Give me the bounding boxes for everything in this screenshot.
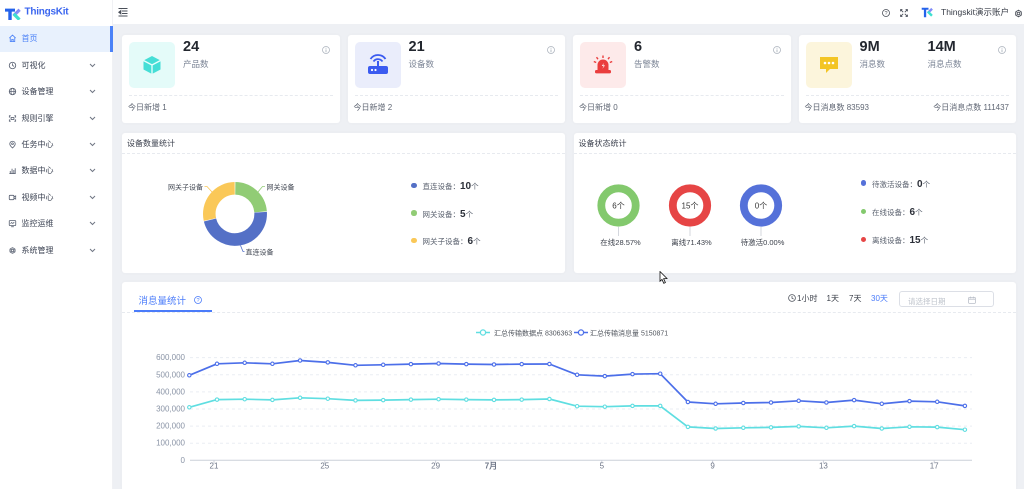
svg-text:29: 29	[431, 462, 440, 471]
svg-text:21: 21	[210, 462, 219, 471]
svg-text:25: 25	[320, 462, 329, 471]
svg-text:0: 0	[181, 456, 186, 465]
svg-text:17: 17	[930, 462, 939, 471]
svg-text:400,000: 400,000	[156, 387, 185, 396]
svg-text:500,000: 500,000	[156, 370, 185, 379]
svg-text:7月: 7月	[485, 462, 497, 471]
svg-text:9: 9	[710, 462, 715, 471]
svg-text:5: 5	[600, 462, 605, 471]
svg-text:200,000: 200,000	[156, 422, 185, 431]
svg-text:100,000: 100,000	[156, 439, 185, 448]
svg-text:13: 13	[819, 462, 828, 471]
svg-text:300,000: 300,000	[156, 405, 185, 414]
svg-text:600,000: 600,000	[156, 353, 185, 362]
